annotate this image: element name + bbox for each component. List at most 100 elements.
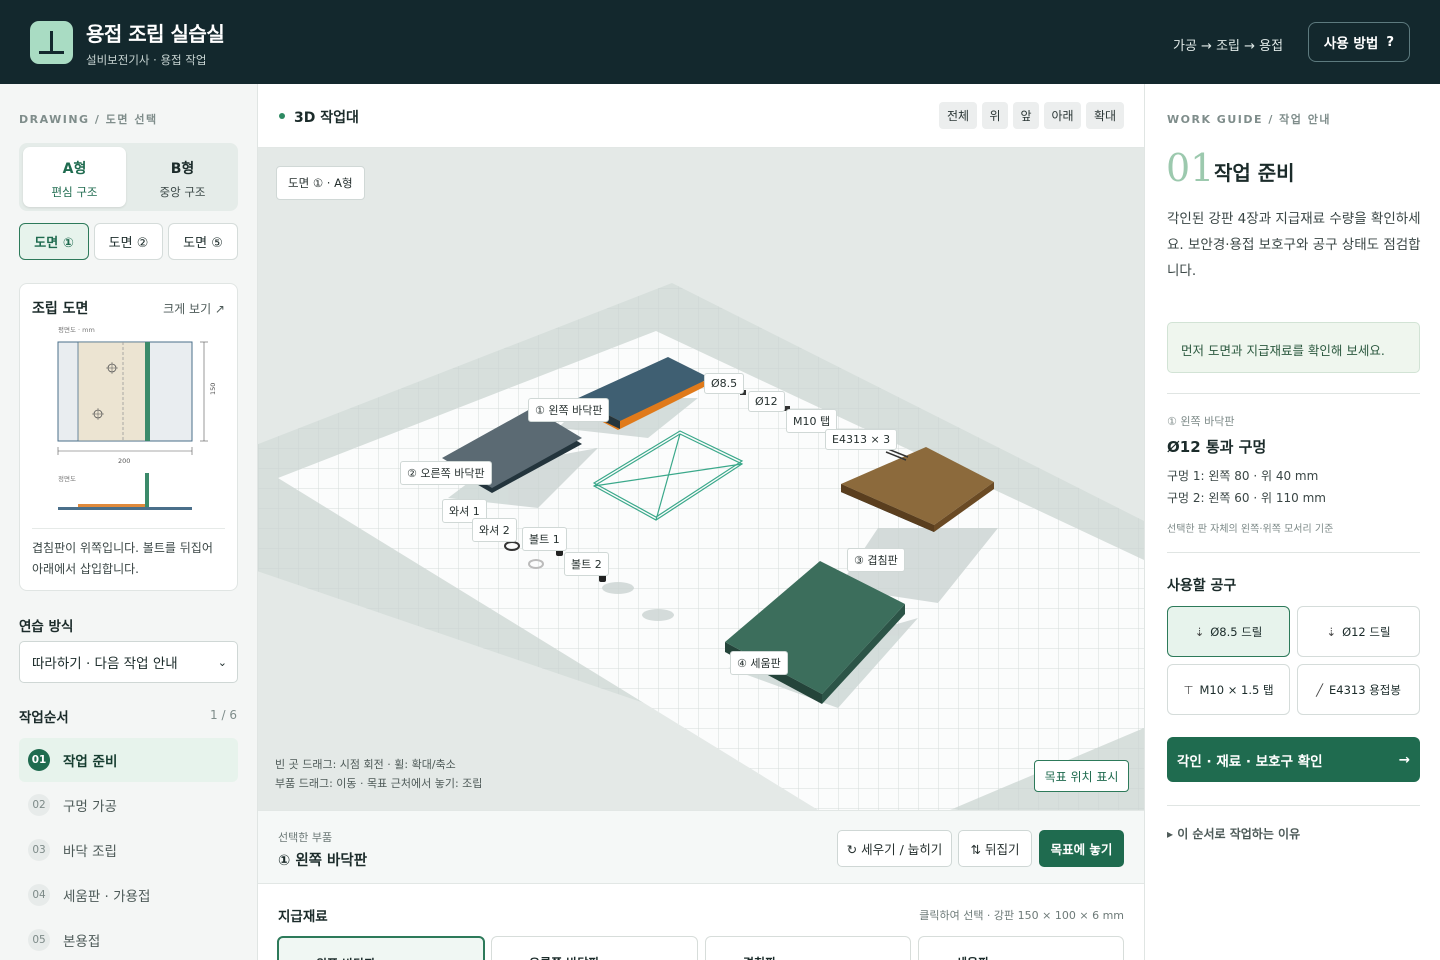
material-card[interactable]: 세움판 — [918, 936, 1124, 960]
type-a-button[interactable]: A형편심 구조 — [23, 147, 126, 207]
guide-step-title: 작업 준비 — [1214, 161, 1295, 185]
hole-2-spec: 구멍 2: 왼쪽 60 · 위 110 mm — [1167, 491, 1326, 505]
type-desc: 편심 구조 — [51, 185, 98, 199]
drawing-2-button[interactable]: 도면 ② — [94, 223, 163, 260]
label-drill-85: Ø8.5 — [704, 373, 745, 394]
hole-1-spec: 구멍 1: 왼쪽 80 · 위 40 mm — [1167, 469, 1319, 483]
tool-label: E4313 용접봉 — [1329, 682, 1401, 697]
help-label: 사용 방법 — [1323, 36, 1379, 52]
view-top-button[interactable]: 위 — [982, 102, 1008, 129]
drawing-note: 겹침판이 위쪽입니다. 볼트를 뒤집어 아래에서 삽입합니다. — [32, 541, 213, 576]
app-logo-icon — [30, 21, 73, 64]
label-washer-2: 와셔 2 — [472, 518, 517, 542]
hint-drag: 부품 드래그: 이동 · 목표 근처에서 놓기: 조립 — [275, 777, 483, 790]
material-card[interactable]: 왼쪽 바닥판 — [277, 936, 485, 960]
tools-title: 사용할 공구 — [1167, 578, 1237, 594]
work-order-label: 작업순서 — [19, 710, 69, 726]
tool-label: M10 × 1.5 탭 — [1199, 682, 1274, 697]
hint-rotate: 빈 곳 드래그: 시점 회전 · 휠: 확대/축소 — [275, 758, 456, 771]
material-card[interactable]: 오른쪽 바닥판 — [491, 936, 698, 960]
guide-tip: 먼저 도면과 지급재료를 확인해 보세요. — [1167, 322, 1420, 373]
drill-icon: ⇣ — [1194, 624, 1205, 639]
plan-view-label: 평면도 · mm — [58, 325, 95, 334]
place-on-target-button[interactable]: 목표에 놓기 — [1039, 830, 1124, 867]
step-item[interactable]: 02 구멍 가공 — [19, 783, 238, 827]
step-label: 바닥 조립 — [63, 844, 117, 860]
arrow-right-icon: → — [1398, 751, 1410, 768]
step-item[interactable]: 03 바닥 조립 — [19, 828, 238, 872]
label-drill-12: Ø12 — [748, 391, 785, 412]
show-target-button[interactable]: 목표 위치 표시 — [1034, 760, 1129, 792]
selected-part-bar: 선택한 부품 ① 왼쪽 바닥판 ↻ 세우기 / 눕히기 ⇅ 뒤집기 목표에 놓기 — [258, 810, 1144, 884]
step-number: 05 — [28, 929, 50, 951]
label-right-plate: ② 오른쪽 바닥판 — [400, 461, 492, 485]
view-front-button[interactable]: 앞 — [1013, 102, 1039, 129]
workbench-panel: 3D 작업대 전체 위 앞 아래 확대 도면 ① · A형 ① 왼쪽 바닥판 ②… — [258, 84, 1144, 960]
app-header: 용접 조립 실습실 설비보전기사 · 용접 작업 가공 → 조립 → 용접 사용… — [0, 0, 1440, 84]
type-selector: A형편심 구조 B형중앙 구조 — [19, 143, 238, 211]
type-desc: 중앙 구조 — [159, 185, 206, 199]
confirm-label: 각인 · 재료 · 보호구 확인 — [1177, 753, 1323, 770]
step-label: 세움판 · 가용접 — [63, 889, 151, 905]
drawing-1-button[interactable]: 도면 ① — [19, 223, 89, 260]
chevron-down-icon: ⌄ — [217, 655, 227, 669]
work-guide-panel: WORK GUIDE / 작업 안내 01 작업 준비 각인된 강판 4장과 지… — [1144, 84, 1440, 960]
step-number: 02 — [28, 794, 50, 816]
app-title: 용접 조립 실습실 — [86, 22, 225, 46]
help-button[interactable]: 사용 방법? — [1308, 22, 1410, 62]
type-b-button[interactable]: B형중앙 구조 — [131, 147, 234, 207]
3d-viewport[interactable]: 도면 ① · A형 ① 왼쪽 바닥판 ② 오른쪽 바닥판 ③ 겹침판 ④ 세움판… — [258, 148, 1144, 810]
flip-button[interactable]: ⇅ 뒤집기 — [958, 830, 1032, 867]
step-item[interactable]: 05 본용접 — [19, 918, 238, 960]
label-upright-plate: ④ 세움판 — [730, 651, 788, 675]
view-all-button[interactable]: 전체 — [939, 102, 977, 129]
drawing-5-button[interactable]: 도면 ⑤ — [168, 223, 238, 260]
selected-part-caption: 선택한 부품 — [278, 831, 333, 844]
tool-label: Ø12 드릴 — [1342, 624, 1391, 639]
step-number: 03 — [28, 839, 50, 861]
tool-card[interactable]: ⊤ M10 × 1.5 탭 — [1167, 664, 1290, 715]
why-order-toggle[interactable]: ▸ 이 순서로 작업하는 이유 — [1167, 825, 1300, 842]
tool-card[interactable]: ⇣ Ø8.5 드릴 — [1167, 606, 1290, 657]
height-dimension: 150 — [209, 383, 217, 395]
material-card[interactable]: 겹침판 — [705, 936, 911, 960]
type-name: B형 — [170, 161, 195, 177]
materials-title: 지급재료 — [278, 909, 328, 925]
guide-part-caption: ① 왼쪽 바닥판 — [1167, 415, 1235, 428]
step-label: 작업 준비 — [63, 754, 118, 770]
tool-card[interactable]: ⇣ Ø12 드릴 — [1297, 606, 1420, 657]
hole-title: Ø12 통과 구멍 — [1167, 438, 1267, 456]
tool-card[interactable]: ╱ E4313 용접봉 — [1297, 664, 1420, 715]
step-item[interactable]: 01 작업 준비 — [19, 738, 238, 782]
tap-icon: ⊤ — [1183, 682, 1194, 697]
rotate-upright-button[interactable]: ↻ 세우기 / 눕히기 — [837, 830, 952, 867]
question-icon: ? — [1386, 34, 1395, 50]
enlarge-link[interactable]: 크게 보기 ↗ — [163, 300, 225, 317]
scene-drawing-tag: 도면 ① · A형 — [276, 166, 365, 200]
materials-note: 클릭하여 선택 · 강판 150 × 100 × 6 mm — [919, 909, 1124, 922]
step-item[interactable]: 04 세움판 · 가용접 — [19, 873, 238, 917]
guide-section-label: WORK GUIDE / 작업 안내 — [1167, 113, 1331, 126]
type-name: A형 — [62, 161, 87, 177]
label-welding-rod: E4313 × 3 — [825, 429, 898, 450]
label-bolt-1: 볼트 1 — [522, 527, 567, 551]
view-bottom-button[interactable]: 아래 — [1044, 102, 1081, 129]
label-overlap-plate: ③ 겹침판 — [847, 548, 905, 572]
3d-scene[interactable] — [258, 148, 1144, 810]
practice-mode-label: 연습 방식 — [19, 619, 74, 635]
left-sidebar: DRAWING / 도면 선택 A형편심 구조 B형중앙 구조 도면 ① 도면 … — [0, 84, 258, 960]
drill-icon: ⇣ — [1326, 624, 1337, 639]
drawing-card-title: 조립 도면 — [32, 301, 89, 317]
work-order-count: 1 / 6 — [210, 708, 237, 722]
status-dot-icon — [279, 113, 285, 119]
practice-mode-select[interactable]: 따라하기 · 다음 작업 안내 ⌄ — [19, 641, 238, 683]
process-flow: 가공 → 조립 → 용접 — [1173, 39, 1284, 54]
drawing-card: 조립 도면 크게 보기 ↗ 평면도 · mm 200 150 정면도 겹침판이 … — [19, 283, 238, 591]
view-zoom-button[interactable]: 확대 — [1086, 102, 1124, 129]
app-subtitle: 설비보전기사 · 용접 작업 — [86, 53, 207, 67]
drawing-section-label: DRAWING / 도면 선택 — [19, 113, 158, 126]
side-view-label: 정면도 — [58, 474, 76, 483]
confirm-materials-button[interactable]: 각인 · 재료 · 보호구 확인 → — [1167, 737, 1420, 782]
step-number: 04 — [28, 884, 50, 906]
step-label: 구멍 가공 — [63, 799, 117, 815]
